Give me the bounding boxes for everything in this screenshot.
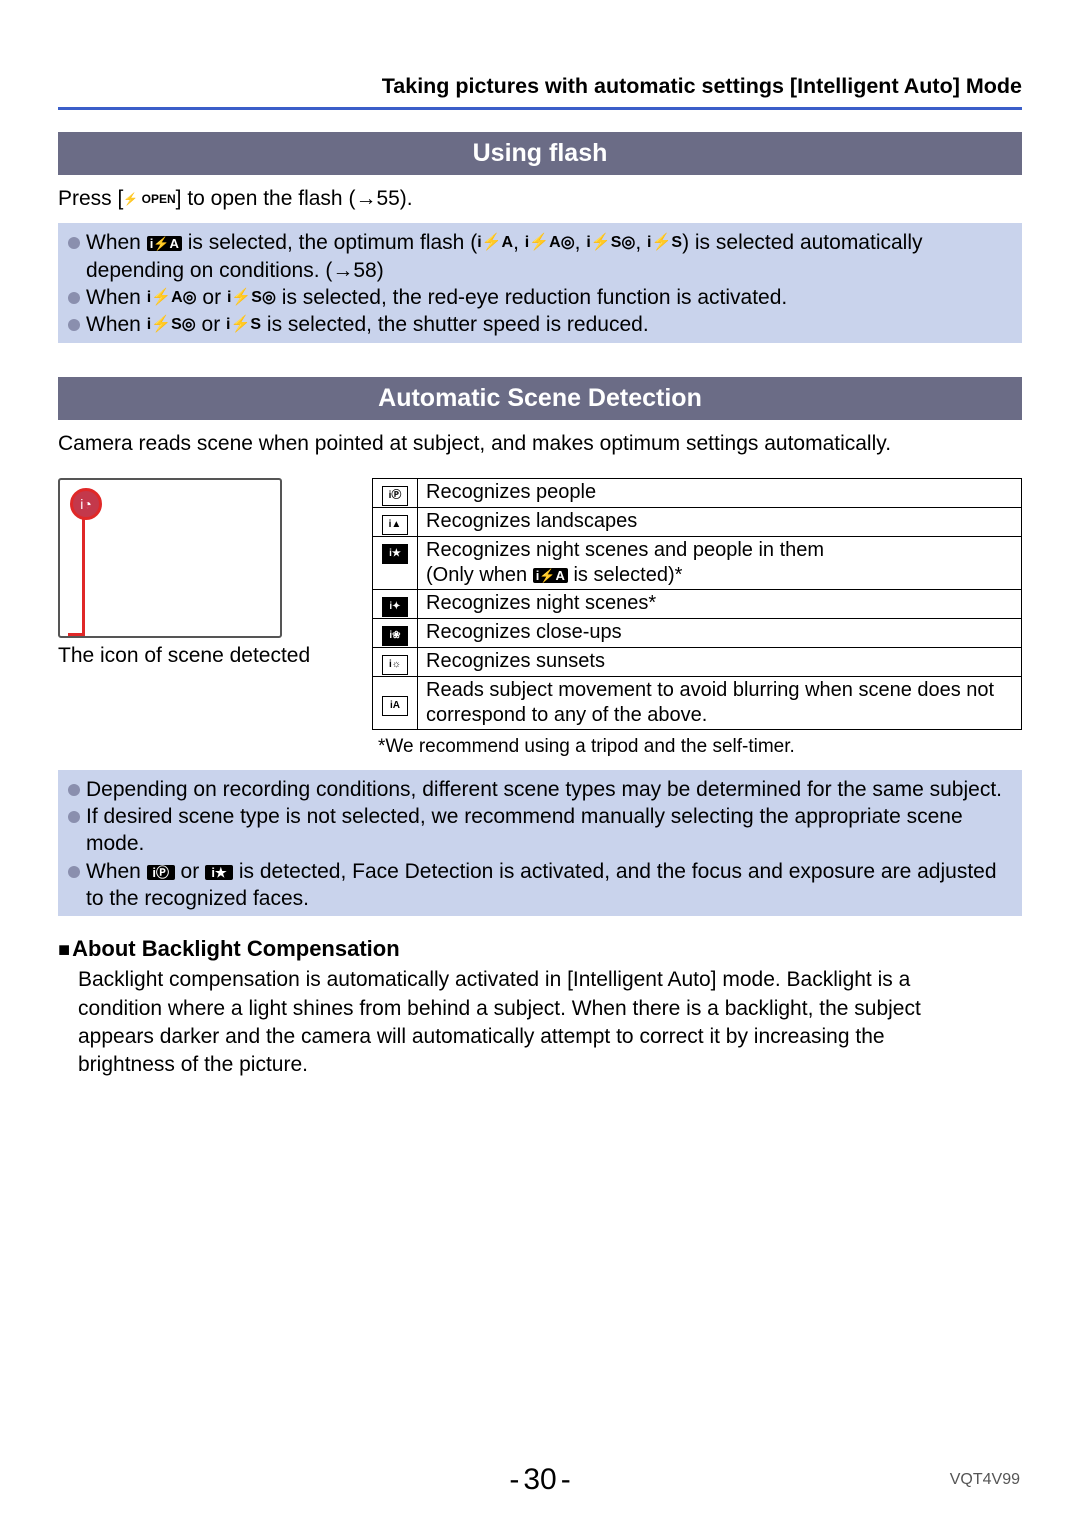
auto-scene-intro: Camera reads scene when pointed at subje… <box>58 430 1022 458</box>
page-number: -30- <box>0 1463 1080 1497</box>
scene-row-night: Recognizes night scenes* <box>418 589 1022 618</box>
backlight-paragraph: Backlight compensation is automatically … <box>58 966 968 1079</box>
flash-note-3: When i⚡S◎ or i⚡S is selected, the shutte… <box>86 311 1012 338</box>
scene-night-people-icon: i★ <box>205 865 233 880</box>
document-code: VQT4V99 <box>950 1471 1020 1489</box>
flash-note-1: When i⚡A is selected, the optimum flash … <box>86 229 1012 284</box>
bullet-icon <box>68 866 80 878</box>
camera-screen-illustration: i◔ <box>58 478 282 638</box>
scene-row-landscape: Recognizes landscapes <box>418 507 1022 536</box>
scene-notes-box: Depending on recording conditions, diffe… <box>58 770 1022 916</box>
scene-people-icon: iⓅ <box>382 486 408 506</box>
scene-night-icon: i✦ <box>382 597 408 617</box>
bullet-icon <box>68 237 80 249</box>
page-header-title: Taking pictures with automatic settings … <box>58 74 1022 110</box>
flash-notes-box: When i⚡A is selected, the optimum flash … <box>58 223 1022 342</box>
scene-row-motion: Reads subject movement to avoid blurring… <box>418 676 1022 729</box>
bullet-icon <box>68 784 80 796</box>
flash-auto-icon: i⚡A <box>147 236 182 251</box>
section-title-using-flash: Using flash <box>58 132 1022 175</box>
bullet-icon <box>68 292 80 304</box>
scene-note-1: Depending on recording conditions, diffe… <box>86 776 1012 803</box>
illustration-caption: The icon of scene detected <box>58 644 330 668</box>
scene-night-people-icon: i★ <box>382 544 408 564</box>
scene-closeup-icon: i❀ <box>382 626 408 646</box>
scene-motion-icon: iA <box>382 696 408 716</box>
flash-auto-icon: i⚡A <box>533 568 568 583</box>
scene-row-night-people: Recognizes night scenes and people in th… <box>418 536 1022 589</box>
bullet-icon <box>68 319 80 331</box>
flash-note-2: When i⚡A◎ or i⚡S◎ is selected, the red-e… <box>86 284 1012 311</box>
flash-open-icon: ⚡ OPEN <box>123 191 175 207</box>
scene-table: iⓅ Recognizes people i▲ Recognizes lands… <box>372 478 1022 730</box>
backlight-heading: ■About Backlight Compensation <box>58 936 1022 962</box>
scene-sunset-icon: i☼ <box>382 655 408 675</box>
scene-row-people: Recognizes people <box>418 478 1022 507</box>
scene-landscape-icon: i▲ <box>382 515 408 535</box>
flash-press-instruction: Press [⚡ OPEN] to open the flash (→55). <box>58 185 1022 213</box>
scene-people-icon: iⓅ <box>147 865 175 880</box>
scene-note-3: When iⓅ or i★ is detected, Face Detectio… <box>86 858 1012 913</box>
scene-note-2: If desired scene type is not selected, w… <box>86 803 1012 858</box>
scene-indicator-icon: i◔ <box>70 488 102 520</box>
scene-row-sunset: Recognizes sunsets <box>418 647 1022 676</box>
tripod-note: *We recommend using a tripod and the sel… <box>372 736 1022 758</box>
section-title-auto-scene: Automatic Scene Detection <box>58 377 1022 420</box>
manual-page: Taking pictures with automatic settings … <box>0 0 1080 1535</box>
bullet-icon <box>68 811 80 823</box>
scene-row-closeup: Recognizes close-ups <box>418 618 1022 647</box>
